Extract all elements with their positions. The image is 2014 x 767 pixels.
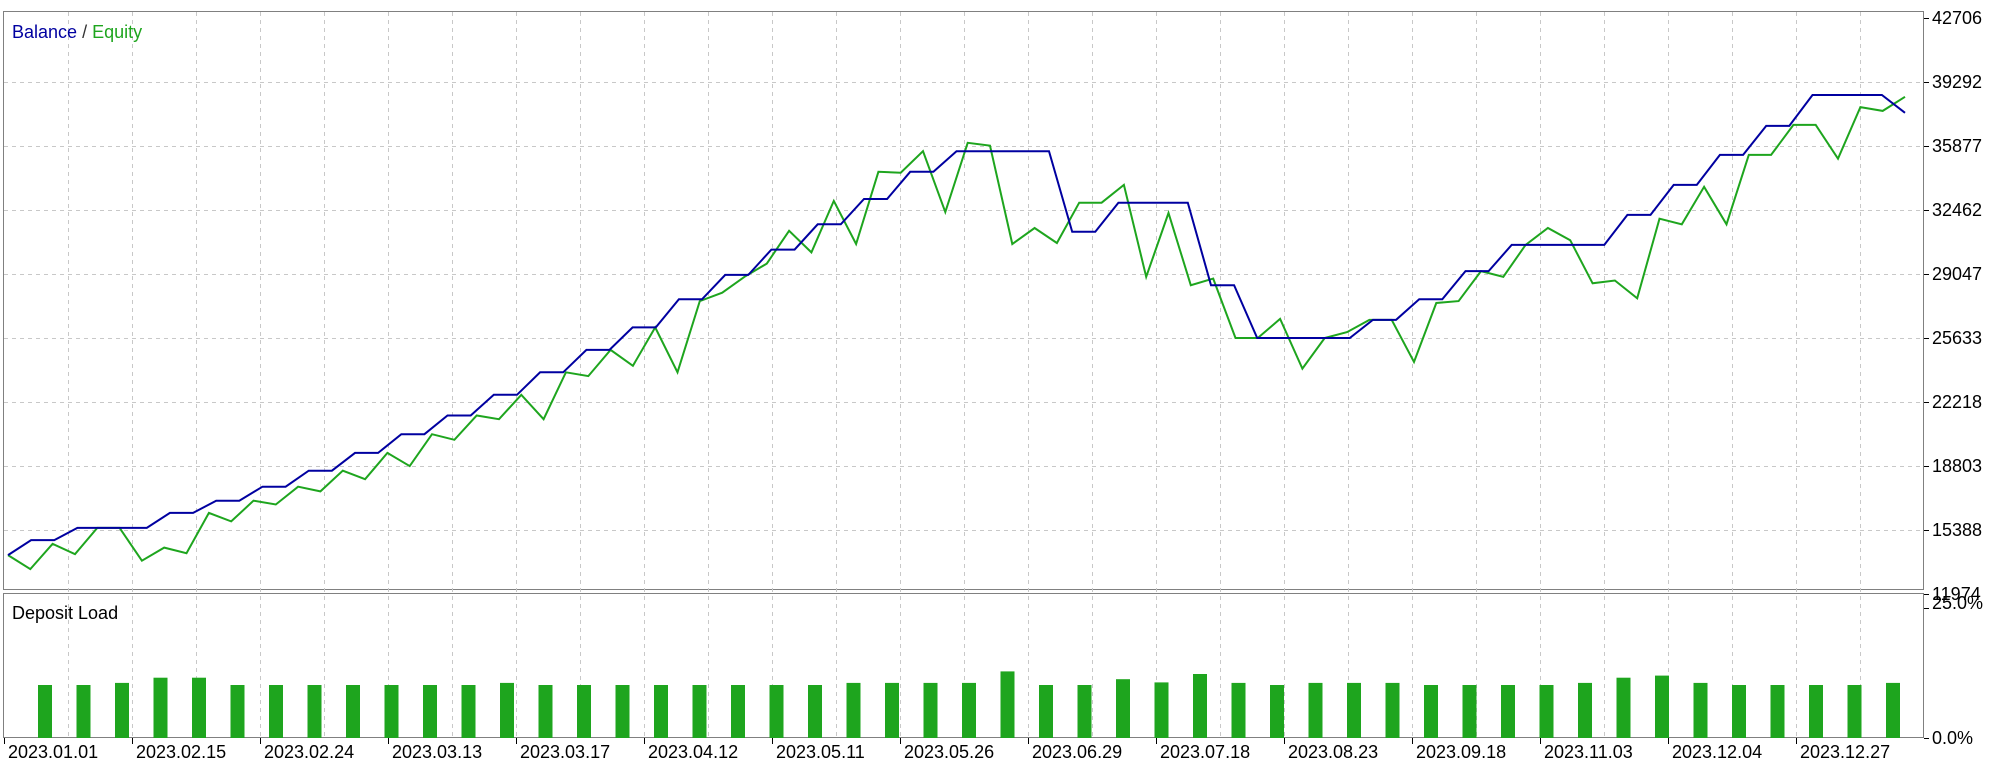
deposit-load-bar xyxy=(1385,682,1400,738)
deposit-load-bar xyxy=(769,685,784,738)
x-tick-label: 2023.04.12 xyxy=(648,742,738,762)
deposit-load-bar xyxy=(1847,685,1862,738)
x-tick-label: 2023.12.27 xyxy=(1800,742,1890,762)
deposit-load-bar xyxy=(1424,685,1438,738)
balance-y-axis: 42706 39292 35877 32462 29047 25633 22218 18803… xyxy=(1924,8,1982,604)
deposit-load-bar xyxy=(1462,685,1477,738)
deposit-load-bar xyxy=(846,682,861,738)
deposit-load-bar xyxy=(1616,677,1631,738)
deposit-load-bar xyxy=(885,682,899,738)
x-tick-label: 2023.09.18 xyxy=(1416,742,1506,762)
deposit-load-bar xyxy=(76,685,91,738)
deposit-y-tick-label: 0.0% xyxy=(1932,728,1973,748)
deposit-load-bar xyxy=(1000,671,1015,738)
y-tick-label: 18803 xyxy=(1932,456,1982,476)
deposit-load-bar xyxy=(1732,685,1746,738)
y-tick-label: 22218 xyxy=(1932,392,1982,412)
deposit-load-bar xyxy=(192,677,206,738)
deposit-load-bar xyxy=(384,685,399,738)
deposit-load-bar xyxy=(1501,685,1515,738)
deposit-load-bar xyxy=(1539,685,1554,738)
deposit-load-bar xyxy=(1770,685,1785,738)
x-tick-label: 2023.07.18 xyxy=(1160,742,1250,762)
chart-legend: Balance / Equity xyxy=(12,22,142,42)
deposit-load-bar xyxy=(1578,682,1592,738)
deposit-load-bar xyxy=(1809,685,1823,738)
deposit-load-bar xyxy=(230,685,245,738)
x-tick-label: 2023.02.15 xyxy=(136,742,226,762)
x-tick-label: 2023.06.29 xyxy=(1032,742,1122,762)
deposit-load-bar xyxy=(923,682,938,738)
legend-balance-label: Balance xyxy=(12,22,77,42)
deposit-load-bar xyxy=(1347,682,1361,738)
deposit-load-bar xyxy=(423,685,437,738)
y-tick-label: 42706 xyxy=(1932,8,1982,28)
x-tick-label: 2023.03.17 xyxy=(520,742,610,762)
x-tick-label: 2023.05.26 xyxy=(904,742,994,762)
deposit-load-y-axis: 25.0% 0.0% xyxy=(1924,593,1983,748)
deposit-load-bar xyxy=(1655,675,1669,738)
deposit-load-bar xyxy=(692,685,707,738)
deposit-load-bar xyxy=(1886,682,1900,738)
deposit-load-bar xyxy=(577,685,591,738)
deposit-load-bar xyxy=(269,685,283,738)
deposit-load-bar xyxy=(153,677,168,738)
x-tick-label: 2023.02.24 xyxy=(264,742,354,762)
y-tick-label: 39292 xyxy=(1932,72,1982,92)
x-tick-label: 2023.01.01 xyxy=(8,742,98,762)
deposit-load-bar xyxy=(1154,682,1169,738)
deposit-load-bar xyxy=(115,682,129,738)
x-tick-label: 2023.11.03 xyxy=(1544,742,1633,762)
deposit-load-bar xyxy=(307,685,322,738)
balance-panel-frame xyxy=(3,11,1924,590)
deposit-load-bar xyxy=(1116,679,1130,738)
deposit-load-bar xyxy=(808,685,822,738)
y-tick-label: 25633 xyxy=(1932,328,1982,348)
deposit-load-bar xyxy=(1270,685,1284,738)
deposit-load-bar xyxy=(731,685,745,738)
date-x-axis: 2023.01.01 2023.02.15 2023.02.24 2023.03.13… xyxy=(4,738,1890,762)
deposit-load-bar xyxy=(1231,682,1246,738)
x-tick-label: 2023.03.13 xyxy=(392,742,482,762)
deposit-load-bar xyxy=(1193,674,1207,738)
y-tick-label: 15388 xyxy=(1932,520,1982,540)
y-tick-label: 32462 xyxy=(1932,200,1982,220)
legend-separator: / xyxy=(77,22,92,42)
legend-equity-label: Equity xyxy=(92,22,142,42)
deposit-load-title: Deposit Load xyxy=(12,603,118,623)
deposit-load-bar xyxy=(1077,685,1092,738)
deposit-load-bar xyxy=(538,685,553,738)
deposit-load-bar xyxy=(1308,682,1323,738)
deposit-load-bar xyxy=(1693,682,1708,738)
deposit-load-bar xyxy=(962,682,976,738)
x-tick-label: 2023.08.23 xyxy=(1288,742,1378,762)
report-chart-area: Balance / Equity 42706 39292 35877 32462 290… xyxy=(0,0,2014,762)
y-tick-label: 35877 xyxy=(1932,136,1982,156)
x-tick-label: 2023.12.04 xyxy=(1672,742,1762,762)
deposit-load-bar xyxy=(615,685,630,738)
deposit-load-bar xyxy=(461,685,476,738)
deposit-y-tick-label: 25.0% xyxy=(1932,593,1983,613)
y-tick-label: 29047 xyxy=(1932,264,1982,284)
deposit-load-bar xyxy=(1039,685,1053,738)
deposit-load-bar xyxy=(38,685,52,738)
deposit-load-bar xyxy=(654,685,668,738)
x-tick-label: 2023.05.11 xyxy=(776,742,865,762)
chart-svg: Balance / Equity 42706 39292 35877 32462 290… xyxy=(3,8,1983,762)
deposit-load-bar xyxy=(500,682,514,738)
deposit-load-bar xyxy=(346,685,360,738)
